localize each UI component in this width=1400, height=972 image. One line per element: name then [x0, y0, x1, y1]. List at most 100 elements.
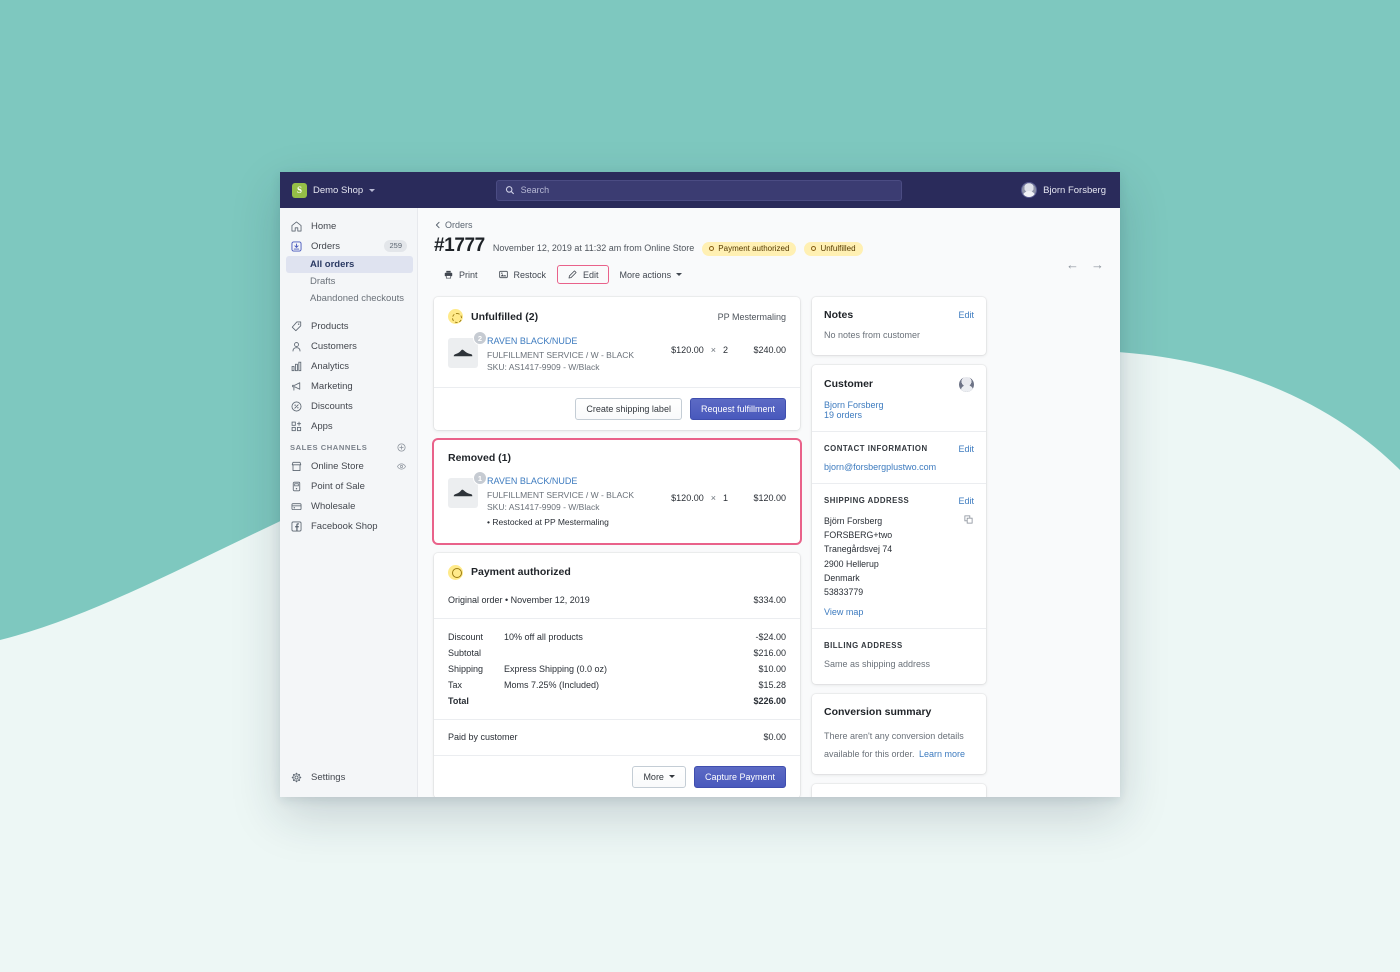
- avatar: [959, 376, 974, 392]
- chevron-down-icon: [668, 775, 675, 779]
- facebook-icon: [291, 521, 302, 531]
- customer-card: Customer Bjorn Forsberg 19 orders CONTAC…: [812, 364, 986, 685]
- arrow-right-icon[interactable]: →: [1091, 258, 1104, 271]
- address-line: FORSBERG+two: [824, 530, 893, 541]
- payment-breakdown: Discount 10% off all products -$24.00 Su…: [434, 619, 800, 719]
- sidebar-item-drafts[interactable]: Drafts: [280, 273, 417, 290]
- pencil-icon: [568, 270, 577, 279]
- unfulfilled-card-header: Unfulfilled (2) PP Mestermaling: [434, 297, 800, 324]
- printer-icon: [444, 270, 453, 279]
- print-button[interactable]: Print: [434, 264, 487, 285]
- chevron-left-icon: [435, 221, 440, 229]
- avatar: [1021, 182, 1038, 198]
- address-line: Tranegårdsvej 74: [824, 544, 893, 555]
- plus-circle-icon[interactable]: [396, 442, 407, 453]
- removed-card: Removed (1) 1 RAVEN BLACK/NUDE FULFILLME…: [434, 440, 800, 543]
- row-label: Shipping: [448, 663, 484, 674]
- payment-card: Payment authorized Original order • Nove…: [434, 552, 800, 797]
- page-title: #1777: [434, 235, 485, 256]
- shoe-thumbnail: [448, 338, 478, 368]
- row-amount: -$24.00: [755, 631, 786, 642]
- create-shipping-label-button[interactable]: Create shipping label: [575, 398, 682, 420]
- sidebar-item-orders[interactable]: Orders 259: [280, 236, 417, 256]
- capture-payment-button[interactable]: Capture Payment: [693, 765, 786, 788]
- notes-edit-link[interactable]: Edit: [958, 310, 974, 320]
- customer-card-header: Customer: [812, 365, 986, 392]
- address-line: 53833779: [824, 587, 864, 598]
- address-line: Björn Forsberg: [824, 515, 883, 526]
- product-variant-label: FULFILLMENT SERVICE / W - BLACK: [487, 489, 635, 500]
- search-input[interactable]: [520, 185, 893, 195]
- shipping-address-header: SHIPPING ADDRESS Edit: [812, 484, 986, 506]
- product-title-link[interactable]: RAVEN BLACK/NUDE: [487, 475, 662, 489]
- sidebar-item-label: Settings: [311, 771, 346, 783]
- breadcrumb[interactable]: Orders: [434, 220, 1104, 230]
- learn-more-link[interactable]: Learn more: [919, 749, 965, 759]
- additional-card-stub: [812, 784, 986, 797]
- request-fulfillment-button[interactable]: Request fulfillment: [689, 398, 786, 420]
- customer-orders-link[interactable]: 19 orders: [824, 410, 974, 420]
- contact-edit-link[interactable]: Edit: [958, 444, 974, 454]
- contact-section-title: CONTACT INFORMATION: [824, 444, 928, 454]
- restock-label: Restock: [513, 269, 547, 280]
- customer-title: Customer: [824, 378, 874, 391]
- conversion-card-header: Conversion summary: [812, 694, 986, 718]
- sidebar-item-label: Customers: [311, 340, 357, 352]
- sidebar-item-settings[interactable]: Settings: [280, 767, 417, 787]
- line-item: 1 RAVEN BLACK/NUDE FULFILLMENT SERVICE /…: [434, 464, 800, 543]
- unfulfilled-card-footer: Create shipping label Request fulfillmen…: [434, 387, 800, 430]
- product-sku-label: SKU: AS1417-9909 - W/Black: [487, 362, 600, 373]
- status-badge-fulfillment: Unfulfilled: [804, 242, 863, 256]
- shipping-edit-link[interactable]: Edit: [958, 496, 974, 506]
- chevron-down-icon: [369, 188, 376, 192]
- sidebar-item-marketing[interactable]: Marketing: [280, 376, 417, 396]
- home-icon: [291, 221, 302, 231]
- sidebar-item-discounts[interactable]: Discounts: [280, 396, 417, 416]
- more-button[interactable]: More: [632, 765, 686, 788]
- copy-icon[interactable]: [963, 514, 974, 525]
- sidebar-item-facebook-shop[interactable]: Facebook Shop: [280, 516, 417, 536]
- row-label: Total: [448, 695, 469, 706]
- sidebar-item-label: Wholesale: [311, 500, 356, 512]
- product-title-link[interactable]: RAVEN BLACK/NUDE: [487, 335, 662, 349]
- sidebar-item-abandoned-checkouts[interactable]: Abandoned checkouts: [280, 290, 417, 307]
- sidebar-item-analytics[interactable]: Analytics: [280, 356, 417, 376]
- sidebar-item-point-of-sale[interactable]: Point of Sale: [280, 476, 417, 496]
- sidebar-item-all-orders[interactable]: All orders: [286, 256, 413, 273]
- sidebar-item-label: Point of Sale: [311, 480, 365, 492]
- product-thumbnail-wrap: 2: [448, 331, 487, 368]
- apps-icon: [291, 421, 302, 431]
- order-header: #1777 November 12, 2019 at 11:32 am from…: [434, 235, 1104, 257]
- sidebar-item-customers[interactable]: Customers: [280, 336, 417, 356]
- view-map-link[interactable]: View map: [824, 607, 974, 617]
- shop-switcher[interactable]: Demo Shop: [292, 182, 376, 198]
- customer-name-link[interactable]: Bjorn Forsberg: [824, 400, 974, 410]
- more-actions-label: More actions: [619, 269, 672, 280]
- eye-icon[interactable]: [396, 461, 407, 472]
- sidebar-item-online-store[interactable]: Online Store: [280, 456, 417, 476]
- more-actions-button[interactable]: More actions: [611, 265, 692, 285]
- edit-label: Edit: [583, 269, 599, 280]
- product-sku-label: SKU: AS1417-9909 - W/Black: [487, 502, 600, 513]
- original-order-row: Original order • November 12, 2019 $334.…: [434, 580, 800, 618]
- arrow-left-icon[interactable]: ←: [1066, 258, 1079, 271]
- sidebar-item-apps[interactable]: Apps: [280, 416, 417, 436]
- customer-email-link[interactable]: bjorn@forsbergplustwo.com: [824, 462, 974, 472]
- customer-body: Bjorn Forsberg 19 orders: [812, 392, 986, 431]
- restock-button[interactable]: Restock: [489, 264, 556, 285]
- address-line: 2900 Hellerup: [824, 558, 879, 569]
- unit-price: $120.00: [671, 345, 704, 355]
- sidebar-item-home[interactable]: Home: [280, 216, 417, 236]
- sidebar-item-wholesale[interactable]: Wholesale: [280, 496, 417, 516]
- user-menu[interactable]: Bjorn Forsberg: [1021, 182, 1106, 198]
- notes-body: No notes from customer: [812, 321, 986, 355]
- top-navigation-bar: Demo Shop Bjorn Forsberg: [280, 172, 1120, 208]
- sidebar-item-products[interactable]: Products: [280, 316, 417, 336]
- discount-icon: [291, 401, 302, 411]
- search-bar[interactable]: [496, 179, 902, 201]
- store-icon: [291, 461, 302, 471]
- order-actions-toolbar: Print Restock Edit More actions: [434, 264, 1104, 285]
- line-total: $240.00: [753, 345, 786, 355]
- edit-button[interactable]: Edit: [557, 265, 609, 284]
- sidebar-item-label: Discounts: [311, 400, 353, 412]
